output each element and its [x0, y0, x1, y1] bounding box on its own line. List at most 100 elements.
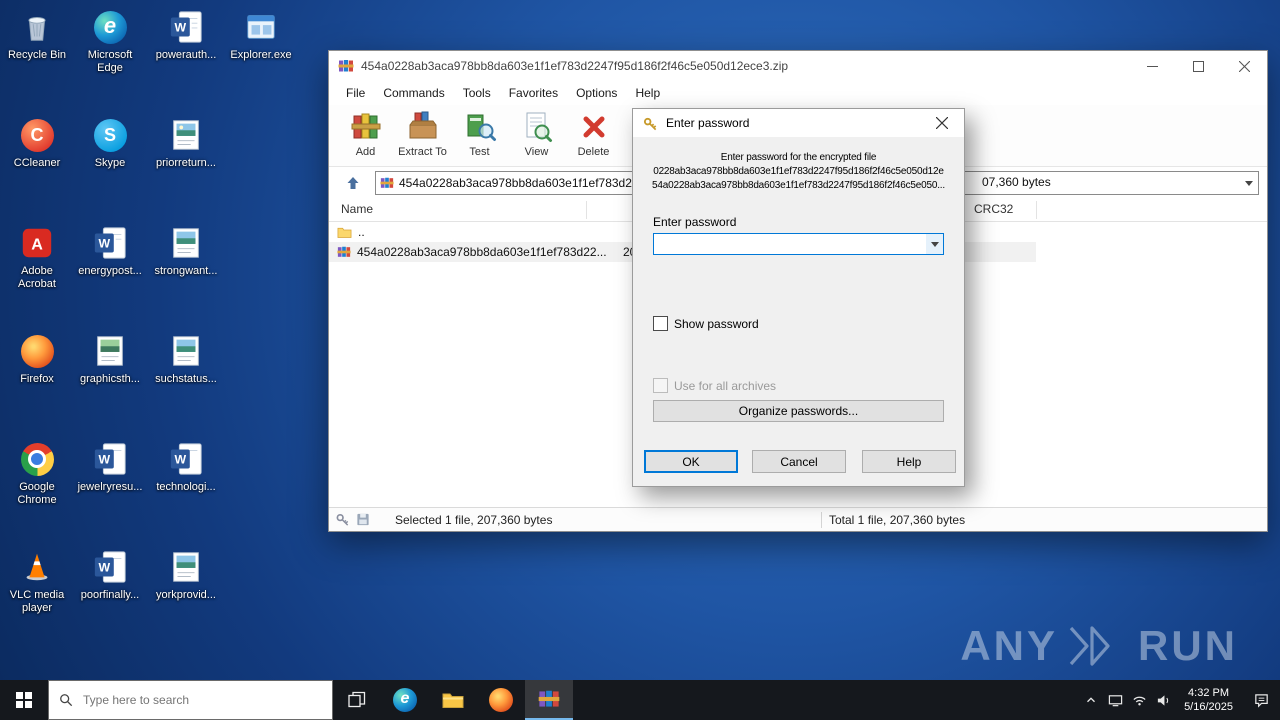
desktop-icon-poorfinally[interactable]: W poorfinally... [74, 548, 146, 602]
desktop-icon-google-chrome[interactable]: Google Chrome [1, 440, 73, 507]
anyrun-logo-icon [1069, 626, 1110, 666]
column-divider[interactable] [1036, 201, 1037, 219]
address-dropdown-button[interactable] [1240, 172, 1258, 194]
password-dropdown-button[interactable] [926, 234, 943, 254]
desktop-icon-priorreturn[interactable]: priorreturn... [150, 116, 222, 170]
word-doc-icon: W [91, 548, 129, 586]
picture-file-icon [167, 332, 205, 370]
display-icon [1108, 694, 1122, 706]
desktop-icon-label: priorreturn... [156, 157, 216, 169]
close-icon [935, 117, 948, 129]
action-center-button[interactable] [1242, 680, 1280, 720]
column-header-crc32[interactable]: CRC32 [974, 202, 1013, 216]
tray-network-button[interactable] [1127, 680, 1151, 720]
password-input[interactable] [653, 233, 944, 255]
search-input[interactable] [81, 692, 332, 708]
view-button[interactable]: View [508, 105, 565, 166]
taskbar-winrar-button[interactable] [525, 680, 573, 720]
chrome-icon [18, 440, 56, 478]
ok-button[interactable]: OK [644, 450, 738, 473]
task-view-icon [348, 691, 366, 708]
delete-button[interactable]: Delete [565, 105, 622, 166]
test-magnifier-icon [467, 114, 496, 141]
task-view-button[interactable] [333, 680, 381, 720]
taskbar-firefox-button[interactable] [477, 680, 525, 720]
use-for-all-archives-label: Use for all archives [674, 378, 777, 393]
desktop-icon-powerauth[interactable]: W powerauth... [150, 8, 222, 62]
key-icon [336, 513, 349, 526]
menu-commands[interactable]: Commands [374, 86, 453, 100]
tray-display-button[interactable] [1103, 680, 1127, 720]
use-for-all-archives-checkbox[interactable]: Use for all archives [653, 378, 776, 393]
dialog-info-line2: 0228ab3aca978bb8da603e1f1ef783d2247f95d1… [653, 166, 944, 177]
cancel-button[interactable]: Cancel [752, 450, 846, 473]
menu-file[interactable]: File [337, 86, 374, 100]
desktop-icon-explorer-exe[interactable]: Explorer.exe [225, 8, 297, 62]
taskbar-edge-button[interactable] [381, 680, 429, 720]
desktop-icon-vlc[interactable]: VLC media player [1, 548, 73, 615]
column-divider[interactable] [586, 201, 587, 219]
menu-options[interactable]: Options [567, 86, 626, 100]
desktop-icon-label: Explorer.exe [230, 49, 292, 61]
desktop-icon-adobe-acrobat[interactable]: A Adobe Acrobat [1, 224, 73, 291]
organize-passwords-button[interactable]: Organize passwords... [653, 400, 944, 422]
dialog-titlebar[interactable]: Enter password [633, 109, 964, 137]
svg-text:W: W [99, 237, 111, 251]
taskbar-file-explorer-button[interactable] [429, 680, 477, 720]
start-button[interactable] [0, 680, 48, 720]
hidden-icons-chevron[interactable] [1079, 680, 1103, 720]
menu-favorites[interactable]: Favorites [500, 86, 567, 100]
column-header-name[interactable]: Name [341, 202, 373, 216]
desktop-icon-graphicsth[interactable]: graphicsth... [74, 332, 146, 386]
password-field-label: Enter password [653, 215, 737, 229]
desktop-icon-recycle-bin[interactable]: Recycle Bin [1, 8, 73, 62]
desktop-icon-skype[interactable]: Skype [74, 116, 146, 170]
menu-tools[interactable]: Tools [454, 86, 500, 100]
toolbar-label: Test [469, 146, 490, 158]
desktop-icon-suchstatus[interactable]: suchstatus... [150, 332, 222, 386]
taskbar-clock[interactable]: 4:32 PM 5/16/2025 [1175, 686, 1242, 714]
winrar-icon [538, 690, 560, 707]
desktop-icon-label: Microsoft Edge [87, 49, 133, 74]
desktop-icon-strongwant[interactable]: strongwant... [150, 224, 222, 278]
ccleaner-icon [18, 116, 56, 154]
show-password-checkbox[interactable]: Show password [653, 316, 759, 331]
winrar-titlebar[interactable]: 454a0228ab3aca978bb8da603e1f1ef783d2247f… [329, 51, 1267, 81]
desktop-icon-jewelryresu[interactable]: W jewelryresu... [74, 440, 146, 494]
firefox-icon [18, 332, 56, 370]
desktop-icon-label: technologi... [156, 481, 216, 493]
desktop-icon-firefox[interactable]: Firefox [1, 332, 73, 386]
desktop-icon-energypost[interactable]: W energypost... [74, 224, 146, 278]
desktop-icon-label: Google Chrome [17, 481, 57, 506]
extract-to-button[interactable]: Extract To [394, 105, 451, 166]
windows-logo-icon [16, 692, 32, 708]
acrobat-icon: A [18, 224, 56, 262]
word-doc-icon: W [91, 224, 129, 262]
desktop-icon-label: graphicsth... [80, 373, 140, 385]
help-button[interactable]: Help [862, 450, 956, 473]
desktop-icon-microsoft-edge[interactable]: Microsoft Edge [74, 8, 146, 75]
tray-volume-button[interactable] [1151, 680, 1175, 720]
menu-help[interactable]: Help [626, 86, 669, 100]
close-button[interactable] [1221, 51, 1267, 81]
desktop-icon-technologi[interactable]: W technologi... [150, 440, 222, 494]
winrar-app-icon [338, 60, 354, 72]
archive-icon [380, 177, 394, 188]
minimize-button[interactable] [1129, 51, 1175, 81]
password-key-icon [643, 117, 657, 130]
svg-text:W: W [99, 561, 111, 575]
desktop-icon-yorkprovid[interactable]: yorkprovid... [150, 548, 222, 602]
picture-file-icon [167, 548, 205, 586]
edge-icon [393, 688, 417, 712]
dialog-close-button[interactable] [919, 109, 964, 137]
clock-date: 5/16/2025 [1184, 701, 1233, 713]
taskbar-search[interactable] [48, 680, 333, 720]
desktop-icon-ccleaner[interactable]: CCleaner [1, 116, 73, 170]
test-button[interactable]: Test [451, 105, 508, 166]
svg-text:W: W [99, 453, 111, 467]
address-extra-text: 07,360 bytes [982, 175, 1051, 189]
up-folder-button[interactable] [339, 171, 367, 195]
add-button[interactable]: Add [337, 105, 394, 166]
maximize-button[interactable] [1175, 51, 1221, 81]
search-icon [60, 694, 73, 707]
